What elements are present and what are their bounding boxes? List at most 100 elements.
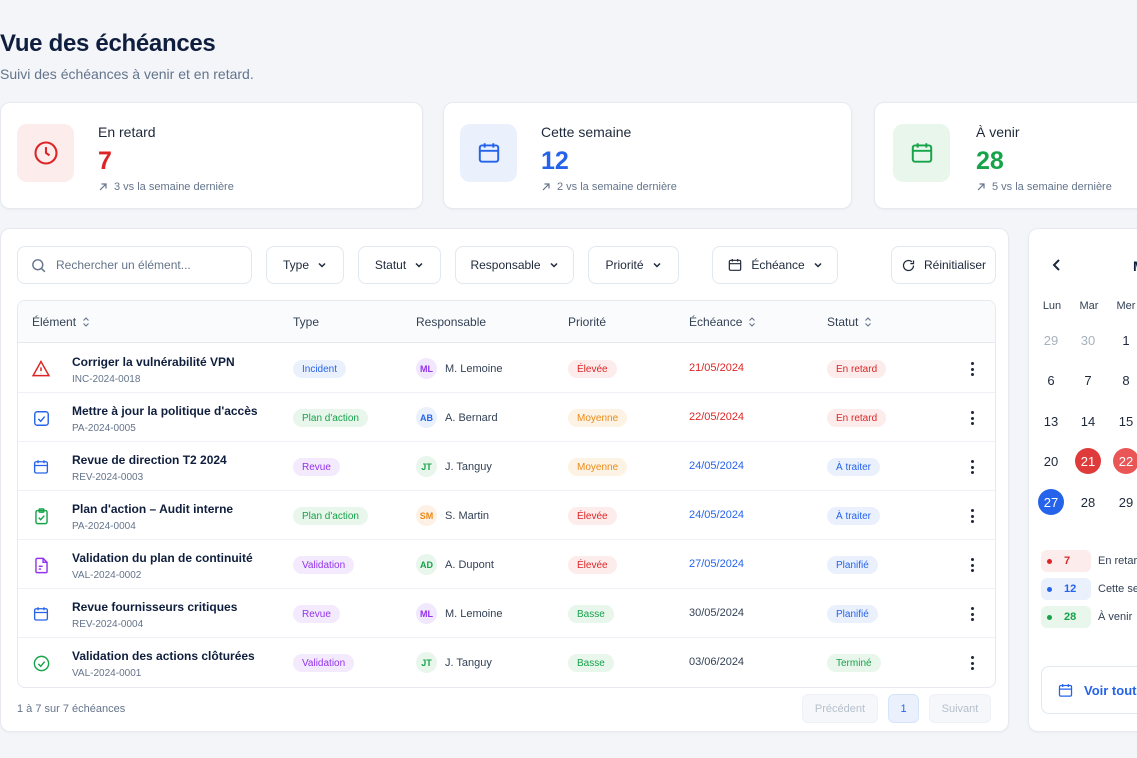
calendar-day[interactable]: 8 [1113, 367, 1137, 393]
column-header-due[interactable]: Échéance [689, 315, 756, 329]
table-row[interactable]: Revue de direction T2 2024 REV-2024-0003… [18, 442, 995, 491]
calendar-day[interactable]: 29 [1038, 327, 1064, 353]
row-title[interactable]: Revue de direction T2 2024 [72, 453, 227, 467]
stat-card-upcoming: À venir 28 5 vs la semaine dernière [874, 102, 1137, 209]
filter-priority-dropdown[interactable]: Priorité [588, 246, 679, 284]
row-reference: PA-2024-0004 [72, 521, 136, 532]
weekday-label: Mar [1079, 300, 1099, 312]
owner-name: J. Tanguy [445, 460, 492, 473]
see-all-button[interactable]: Voir toute [1041, 666, 1137, 714]
stat-trend-text: 2 vs la semaine dernière [557, 181, 677, 193]
filter-status-dropdown[interactable]: Statut [358, 246, 441, 284]
trend-up-arrow-icon [542, 183, 550, 191]
chevron-down-icon [814, 262, 822, 268]
calendar-day[interactable]: 7 [1075, 367, 1101, 393]
stat-trend-text: 5 vs la semaine dernière [992, 181, 1112, 193]
owner-name: S. Martin [445, 509, 490, 522]
calendar-day[interactable]: 28 [1075, 489, 1101, 515]
row-actions-menu-icon[interactable] [964, 456, 980, 478]
filter-label: Statut [374, 258, 407, 272]
priority-badge: Moyenne [568, 458, 628, 476]
next-page-button[interactable]: Suivant [929, 694, 991, 723]
calendar-month-label: M [1133, 258, 1137, 274]
calendar-day[interactable]: 13 [1038, 408, 1064, 434]
reset-filters-button[interactable]: Réinitialiser [891, 246, 996, 284]
page-button-1[interactable]: 1 [888, 694, 919, 723]
filter-due-dropdown[interactable]: Échéance [712, 246, 838, 284]
calendar-day[interactable]: 20 [1038, 448, 1064, 474]
row-actions-menu-icon[interactable] [964, 554, 980, 576]
trend-up-arrow-icon [99, 183, 107, 191]
previous-page-button[interactable]: Précédent [802, 694, 878, 723]
status-badge: À traiter [827, 458, 881, 476]
column-header-label: Type [293, 315, 320, 329]
checklist-icon [30, 407, 52, 429]
see-all-label: Voir toute [1084, 682, 1137, 698]
filter-type-dropdown[interactable]: Type [266, 246, 344, 284]
chevron-down-icon [652, 262, 661, 268]
type-badge: Revue [293, 458, 340, 476]
row-actions-menu-icon[interactable] [964, 505, 980, 527]
legend-label: À venir [1098, 611, 1133, 623]
priority-badge: Basse [568, 654, 614, 672]
row-actions-menu-icon[interactable] [964, 358, 980, 380]
stat-label: En retard [98, 124, 156, 140]
row-title[interactable]: Mettre à jour la politique d'accès [72, 404, 258, 418]
legend-label: Cette se [1098, 583, 1137, 595]
row-actions-menu-icon[interactable] [964, 652, 980, 674]
legend-overdue: 7 En retard [1041, 550, 1137, 572]
row-title[interactable]: Plan d'action – Audit interne [72, 502, 233, 516]
calendar-day[interactable]: 6 [1038, 367, 1064, 393]
pagination-summary: 1 à 7 sur 7 échéances [17, 703, 126, 715]
calendar-day-overdue[interactable]: 22 [1113, 448, 1137, 474]
calendar-day[interactable]: 30 [1075, 327, 1101, 353]
calendar-day[interactable]: 15 [1113, 408, 1137, 434]
due-date: 21/05/2024 [689, 362, 745, 374]
column-header-element[interactable]: Élément [32, 315, 90, 329]
calendar-icon [729, 259, 742, 271]
row-title[interactable]: Revue fournisseurs critiques [72, 600, 237, 614]
calendar-icon [460, 124, 517, 182]
previous-month-chevron-icon[interactable] [1051, 258, 1063, 277]
filter-label: Priorité [605, 258, 644, 272]
type-badge: Incident [293, 360, 347, 378]
row-actions-menu-icon[interactable] [964, 407, 980, 429]
calendar-day-overdue[interactable]: 21 [1075, 448, 1101, 474]
table-row[interactable]: Validation des actions clôturées VAL-202… [18, 638, 995, 687]
search-field[interactable] [17, 246, 252, 284]
column-header-label: Échéance [689, 315, 743, 329]
table-row[interactable]: Mettre à jour la politique d'accès PA-20… [18, 393, 995, 442]
table-row[interactable]: Validation du plan de continuité VAL-202… [18, 540, 995, 589]
legend-upcoming: 28 À venir [1041, 606, 1132, 628]
column-header-label: Statut [827, 315, 859, 329]
sort-icon [749, 317, 756, 327]
type-badge: Validation [293, 556, 355, 574]
table-row[interactable]: Revue fournisseurs critiques REV-2024-00… [18, 589, 995, 638]
calendar-day-today[interactable]: 27 [1038, 489, 1064, 515]
filter-owner-dropdown[interactable]: Responsable [455, 246, 574, 284]
legend-count: 7 [1064, 555, 1071, 567]
calendar-day[interactable]: 14 [1075, 408, 1101, 434]
legend-count: 28 [1064, 611, 1077, 623]
legend-chip: 28 [1041, 606, 1091, 628]
owner-cell: ML M. Lemoine [416, 603, 502, 624]
calendar-day[interactable]: 29 [1113, 489, 1137, 515]
due-date: 24/05/2024 [689, 509, 745, 521]
row-reference: PA-2024-0005 [72, 423, 136, 434]
row-title[interactable]: Corriger la vulnérabilité VPN [72, 355, 235, 369]
search-input[interactable] [56, 258, 236, 272]
row-actions-menu-icon[interactable] [964, 603, 980, 625]
trend-up-arrow-icon [977, 183, 985, 191]
table-row[interactable]: Corriger la vulnérabilité VPN INC-2024-0… [18, 344, 995, 393]
calendar-day[interactable]: 1 [1113, 327, 1137, 353]
avatar: JT [416, 456, 437, 477]
table-row[interactable]: Plan d'action – Audit interne PA-2024-00… [18, 491, 995, 540]
owner-cell: SM S. Martin [416, 505, 489, 526]
column-header-type: Type [293, 315, 319, 329]
column-header-status[interactable]: Statut [827, 315, 872, 329]
avatar: SM [416, 505, 437, 526]
row-title[interactable]: Validation des actions clôturées [72, 649, 255, 663]
row-title[interactable]: Validation du plan de continuité [72, 551, 253, 565]
calendar-panel: M Lun Mar Mer 29 30 1 6 7 8 13 14 15 20 … [1028, 228, 1137, 732]
owner-name: M. Lemoine [445, 362, 503, 375]
